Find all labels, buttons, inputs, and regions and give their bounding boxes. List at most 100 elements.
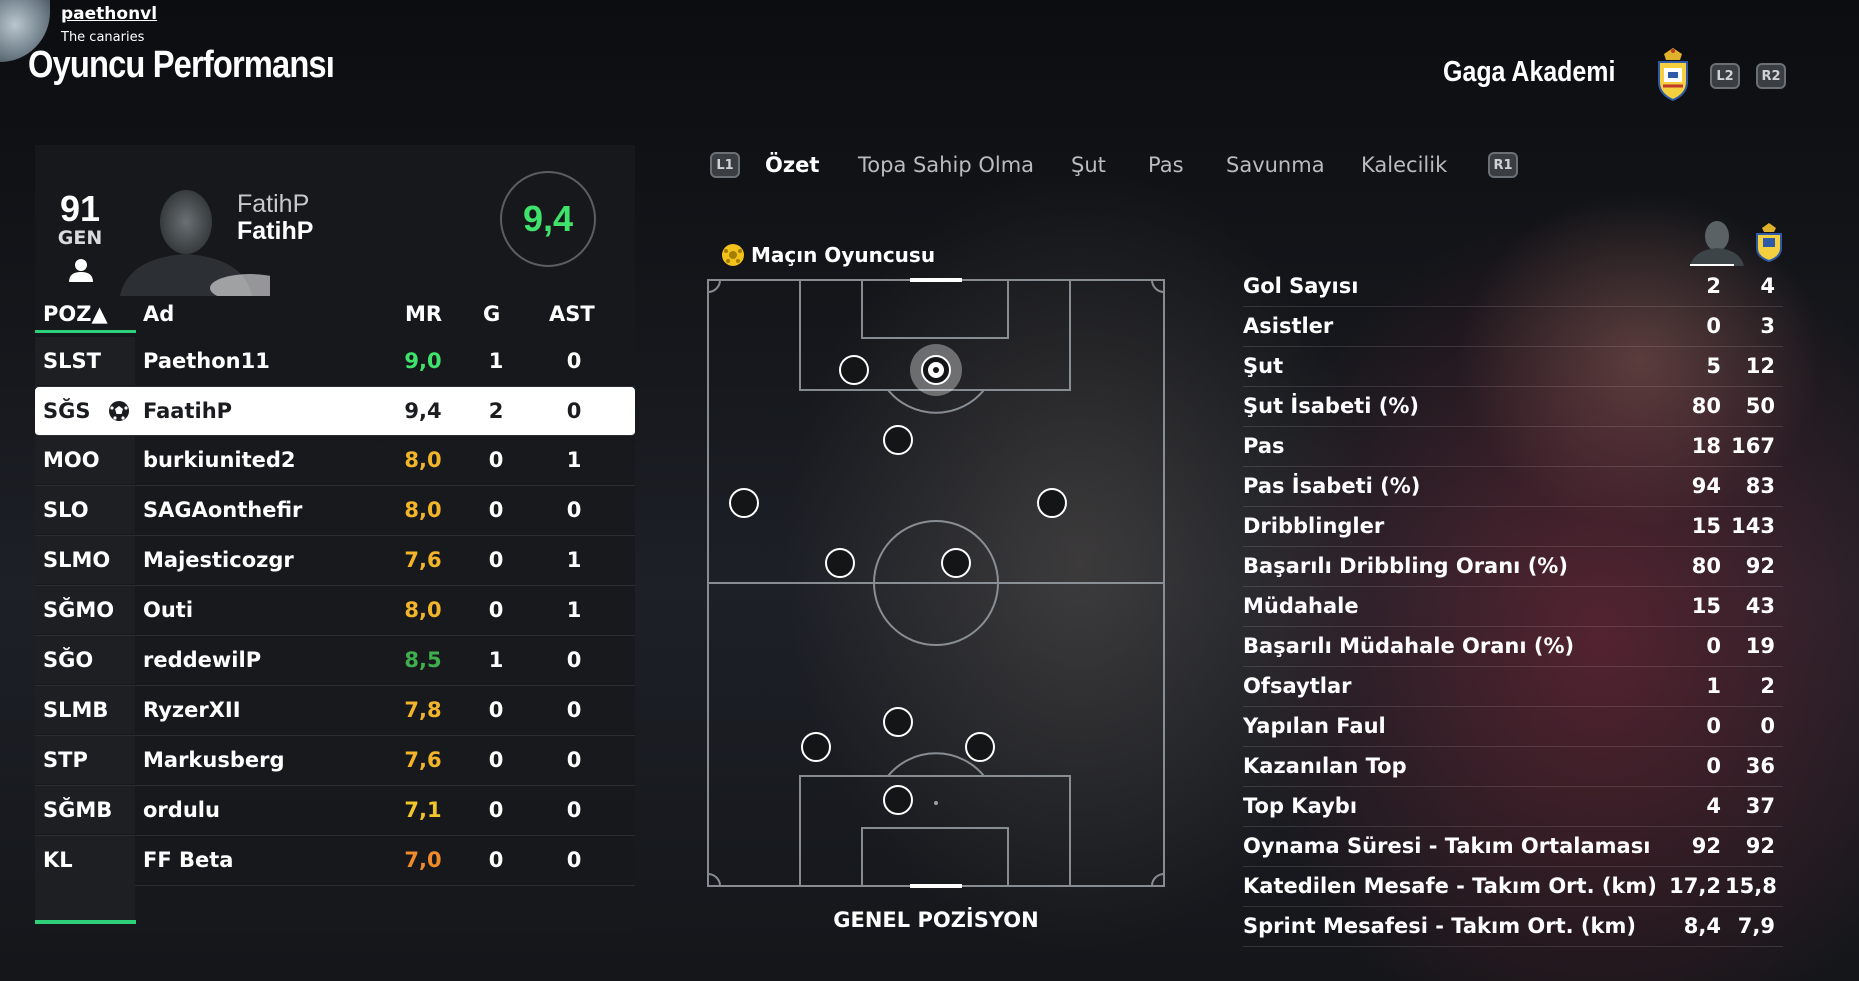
header-assists[interactable]: AST: [549, 302, 595, 326]
motm-label: Maçın Oyuncusu: [751, 243, 936, 267]
cell-assists: 1: [566, 598, 582, 622]
stat-player-value: 17,2: [1669, 874, 1721, 898]
stat-player-value: 8,4: [1683, 914, 1721, 938]
stat-label: Pas İsabeti (%): [1243, 474, 1421, 498]
cell-goals: 2: [488, 399, 504, 423]
stat-row: Gol Sayısı 2 4: [1243, 267, 1783, 307]
header-goals[interactable]: G: [483, 302, 500, 326]
cell-goals: 1: [488, 349, 504, 373]
stat-label: Ofsaytlar: [1243, 674, 1352, 698]
club-name: Gaga Akademi: [1442, 56, 1615, 88]
stat-row: Sprint Mesafesi - Takım Ort. (km) 8,4 7,9: [1243, 907, 1783, 947]
table-row[interactable]: MOO burkiunited2 8,0 0 1: [35, 436, 635, 486]
overall-rating: 91 GEN: [52, 188, 108, 249]
player-position-marker: [839, 355, 869, 385]
cell-name: burkiunited2: [143, 448, 296, 472]
l2-button[interactable]: L2: [1710, 63, 1740, 89]
tab-passing[interactable]: Pas: [1148, 153, 1184, 177]
cell-assists: 0: [566, 349, 582, 373]
cell-position: SĞMO: [43, 598, 115, 622]
table-row[interactable]: SĞMB ordulu 7,1 0 0: [35, 786, 635, 836]
stat-player-value: 80: [1691, 394, 1721, 418]
stat-player-value: 80: [1691, 554, 1721, 578]
cell-position: SĞMB: [43, 798, 113, 822]
player-position-marker: [941, 548, 971, 578]
table-row[interactable]: STP Markusberg 7,6 0 0: [35, 736, 635, 786]
scroll-indicator: [35, 920, 136, 924]
tab-possession[interactable]: Topa Sahip Olma: [858, 153, 1034, 177]
stat-row: Başarılı Müdahale Oranı (%) 0 19: [1243, 627, 1783, 667]
r1-button[interactable]: R1: [1488, 152, 1518, 178]
player-position-marker: [883, 425, 913, 455]
person-icon: [69, 259, 93, 282]
table-row[interactable]: SLMO Majesticozgr 7,6 0 1: [35, 536, 635, 586]
stat-label: Başarılı Müdahale Oranı (%): [1243, 634, 1575, 658]
cell-name: ordulu: [143, 798, 220, 822]
stat-team-value: 92: [1745, 554, 1775, 578]
stat-player-value: 4: [1706, 794, 1721, 818]
player-position-marker: [729, 488, 759, 518]
stat-label: Oynama Süresi - Takım Ortalaması: [1243, 834, 1651, 858]
cell-name: SAGAonthefir: [143, 498, 303, 522]
stats-column-underline: [1690, 264, 1734, 266]
stat-player-value: 5: [1706, 354, 1721, 378]
cell-assists: 1: [566, 548, 582, 572]
stat-team-value: 37: [1745, 794, 1775, 818]
cell-assists: 0: [566, 748, 582, 772]
stat-player-value: 2: [1706, 274, 1721, 298]
ball-icon: [109, 401, 129, 421]
cell-goals: 0: [488, 748, 504, 772]
table-row[interactable]: SĞO reddewilP 8,5 1 0: [35, 636, 635, 686]
player-column-icon: [1690, 221, 1744, 266]
stat-team-value: 0: [1760, 714, 1775, 738]
stat-row: Yapılan Faul 0 0: [1243, 707, 1783, 747]
stat-label: Dribblingler: [1243, 514, 1385, 538]
user-name[interactable]: paethonvl: [61, 4, 157, 24]
stat-team-value: 19: [1745, 634, 1775, 658]
cell-rating: 7,6: [404, 748, 442, 772]
cell-position: MOO: [43, 448, 100, 472]
table-row[interactable]: SĞS FaatihP 9,4 2 0: [35, 387, 635, 436]
tab-defending[interactable]: Savunma: [1226, 153, 1325, 177]
stat-player-value: 0: [1706, 634, 1721, 658]
tab-summary[interactable]: Özet: [765, 153, 819, 177]
cell-position: SLST: [43, 349, 101, 373]
pitch-label: GENEL POZİSYON: [833, 908, 1039, 932]
stat-row: Pas 18 167: [1243, 427, 1783, 467]
table-row[interactable]: SLMB RyzerXII 7,8 0 0: [35, 686, 635, 736]
table-row[interactable]: SLST Paethon11 9,0 1 0: [35, 337, 635, 387]
cell-position: KL: [43, 848, 73, 872]
stat-player-value: 18: [1691, 434, 1721, 458]
stat-team-value: 2: [1760, 674, 1775, 698]
cell-rating: 8,0: [404, 598, 442, 622]
stat-row: Müdahale 15 43: [1243, 587, 1783, 627]
stat-label: Yapılan Faul: [1243, 714, 1386, 738]
l1-button[interactable]: L1: [710, 152, 740, 178]
overall-value: 91: [59, 188, 101, 229]
cell-name: FaatihP: [143, 399, 233, 423]
table-empty-row: [35, 874, 135, 920]
r2-button[interactable]: R2: [1756, 63, 1786, 89]
header-mr[interactable]: MR: [405, 302, 442, 326]
cell-rating: 9,4: [404, 399, 442, 423]
table-row[interactable]: SĞMO Outi 8,0 0 1: [35, 586, 635, 636]
stat-player-value: 92: [1691, 834, 1721, 858]
ball-icon-center: [933, 367, 939, 373]
tab-shooting[interactable]: Şut: [1071, 153, 1106, 177]
cell-rating: 7,1: [404, 798, 442, 822]
stat-label: Şut: [1243, 354, 1284, 378]
stat-team-value: 83: [1745, 474, 1775, 498]
header-pos[interactable]: POZ▲: [43, 302, 108, 326]
table-row[interactable]: SLO SAGAonthefir 8,0 0 0: [35, 486, 635, 536]
player-position-marker: [965, 732, 995, 762]
stat-team-value: 167: [1731, 434, 1775, 458]
header-name[interactable]: Ad: [143, 302, 174, 326]
stat-team-value: 43: [1745, 594, 1775, 618]
cell-assists: 1: [566, 448, 582, 472]
user-team: The canaries: [61, 30, 145, 45]
stat-team-value: 15,8: [1725, 874, 1777, 898]
stat-player-value: 15: [1691, 514, 1721, 538]
stat-player-value: 0: [1706, 754, 1721, 778]
tab-goalkeeping[interactable]: Kalecilik: [1361, 153, 1447, 177]
cell-assists: 0: [566, 648, 582, 672]
